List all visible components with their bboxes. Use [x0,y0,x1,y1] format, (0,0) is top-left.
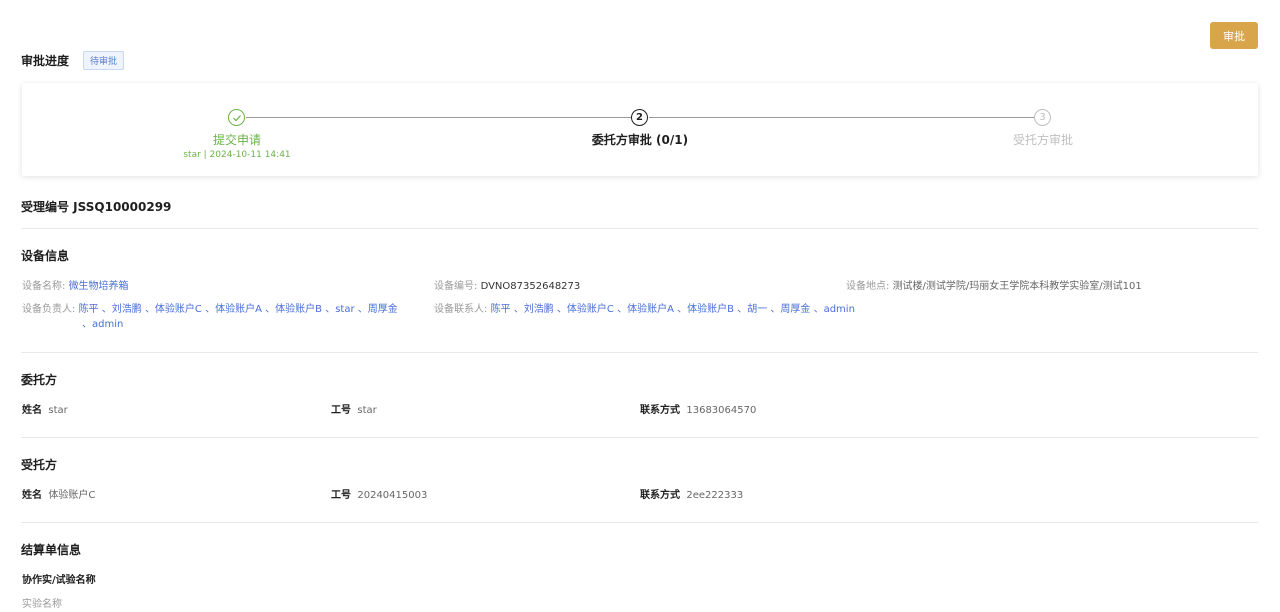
client-id-field: 工号 star [331,401,377,416]
accept-number-text: 受理编号 JSSQ10000299 [21,200,172,214]
step-number: 3 [1034,109,1051,126]
owner-item[interactable]: 、体验账户B [265,304,322,315]
device-name-field: 设备名称: 微生物培养箱 [22,277,129,292]
check-icon [228,109,245,126]
trustee-id-value: 20240415003 [357,490,428,501]
owner-item[interactable]: 、star [325,304,354,315]
contact-item[interactable]: 、体验账户C [557,304,614,315]
trustee-name-label: 姓名 [22,490,42,501]
trustee-phone-field: 联系方式 2ee222333 [640,486,743,501]
client-name-value: star [48,405,68,416]
settlement-subtitle-text: 协作实/试验名称 [22,575,96,586]
trustee-phone-value: 2ee222333 [686,490,744,501]
client-name-label: 姓名 [22,405,42,416]
device-owner-field-cont: 、admin [82,315,123,330]
step-connector [649,117,1034,118]
client-phone-field: 联系方式 13683064570 [640,401,756,416]
device-location-field: 设备地点: 测试楼/测试学院/玛丽女王学院本科教学实验室/测试101 [846,277,1142,292]
device-contact-field: 设备联系人: 陈平 、刘浩鹏 、体验账户C 、体验账户A 、体验账户B 、胡一 … [434,300,855,315]
device-owner-field: 设备负责人: 陈平 、刘浩鹏 、体验账户C 、体验账户A 、体验账户B 、sta… [22,300,398,315]
trustee-id-label: 工号 [331,490,351,501]
client-section-title: 委托方 [21,373,58,387]
contact-item[interactable]: 、admin [814,304,855,315]
settlement-section-header: 结算单信息 [21,541,81,558]
experiment-name-field: 实验名称 [22,595,62,610]
client-section-header: 委托方 [21,371,57,388]
approve-button[interactable]: 审批 [1210,22,1258,49]
trustee-id-field: 工号 20240415003 [331,486,427,501]
owner-item[interactable]: 、admin [82,319,123,330]
contact-item[interactable]: 、体验账户A [617,304,674,315]
contact-item[interactable]: 、体验账户B [677,304,734,315]
step-title: 受托方审批 [1012,133,1074,147]
owner-item[interactable]: 、体验账户C [145,304,202,315]
device-code-field: 设备编号: DVNO87352648273 [434,277,580,292]
step-number: 2 [631,109,648,126]
device-contact-label: 设备联系人: [434,304,488,315]
device-section-header: 设备信息 [21,247,69,264]
experiment-name-label: 实验名称 [22,599,62,610]
device-code-label: 设备编号: [434,281,478,292]
trustee-phone-label: 联系方式 [640,490,680,501]
device-name-label: 设备名称: [22,281,66,292]
trustee-name-field: 姓名 体验账户C [22,486,95,501]
step-subtitle: star | 2024-10-11 14:41 [183,150,291,160]
device-location-value: 测试楼/测试学院/玛丽女王学院本科教学实验室/测试101 [892,281,1142,292]
divider [21,437,1258,438]
divider [21,352,1258,353]
client-phone-label: 联系方式 [640,405,680,416]
progress-title: 审批进度 [21,54,70,68]
contact-item[interactable]: 陈平 [491,304,511,315]
divider [21,522,1258,523]
device-section-title: 设备信息 [21,249,70,263]
device-location-label: 设备地点: [846,281,890,292]
owner-item[interactable]: 、周厚金 [358,304,398,315]
contact-item[interactable]: 、周厚金 [770,304,810,315]
client-phone-value: 13683064570 [686,405,757,416]
progress-header: 审批进度 待审批 [21,51,125,70]
device-code-value: DVNO87352648273 [480,281,581,292]
owner-item[interactable]: 陈平 [79,304,99,315]
device-name-link[interactable]: 微生物培养箱 [69,281,129,292]
owner-item[interactable]: 、刘浩鹏 [102,304,142,315]
device-owner-label: 设备负责人: [22,304,76,315]
trustee-section-header: 受托方 [21,456,57,473]
owner-item[interactable]: 、体验账户A [205,304,262,315]
step-title: 提交申请 [212,133,262,147]
step-connector [246,117,631,118]
divider [21,228,1258,229]
trustee-name-value: 体验账户C [48,490,96,501]
accept-number: 受理编号 JSSQ10000299 [21,198,171,215]
settlement-subtitle: 协作实/试验名称 [22,571,96,586]
step-title: 委托方审批 (0/1) [591,133,689,147]
contact-item[interactable]: 、刘浩鹏 [514,304,554,315]
client-id-value: star [357,405,377,416]
client-name-field: 姓名 star [22,401,68,416]
status-badge: 待审批 [83,51,125,70]
trustee-section-title: 受托方 [21,458,58,472]
contact-item[interactable]: 、胡一 [737,304,767,315]
client-id-label: 工号 [331,405,351,416]
approval-steps: 提交申请 star | 2024-10-11 14:41 2 委托方审批 (0/… [22,83,1258,176]
settlement-section-title: 结算单信息 [21,543,82,557]
